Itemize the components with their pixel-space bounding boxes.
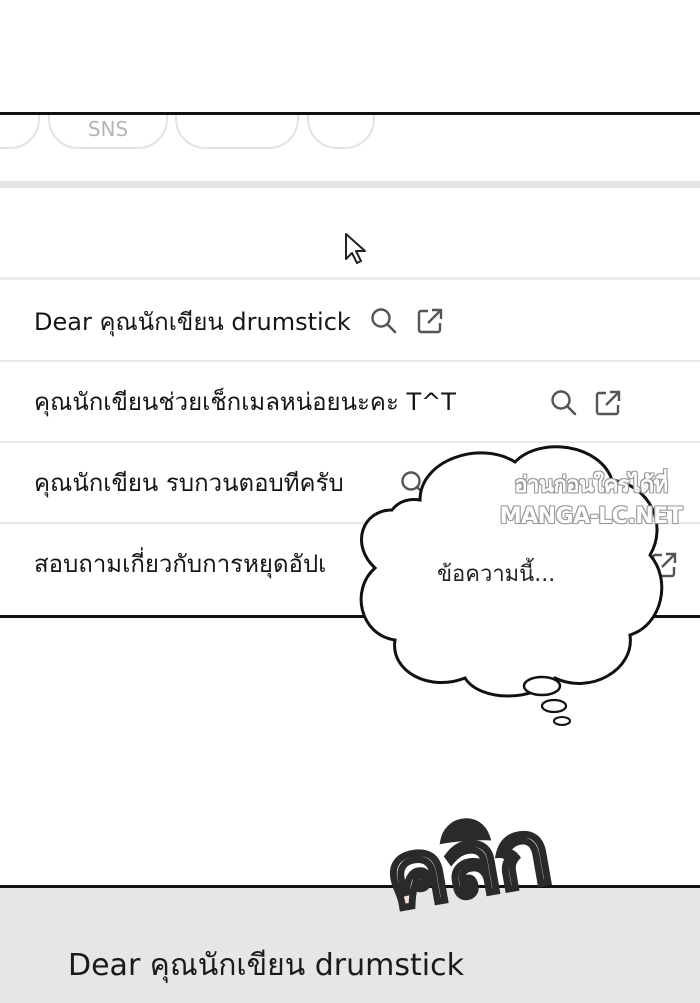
list-top-divider	[0, 277, 700, 280]
thought-text: ข้อความนี้...	[437, 562, 556, 587]
mail-title: คุณนักเขียนช่วยเช็กเมลหน่อยนะคะ T^T	[34, 388, 456, 416]
open-external-icon[interactable]	[592, 387, 624, 419]
list-item[interactable]: Dear คุณนักเขียน drumstick	[0, 283, 700, 361]
row-divider	[0, 360, 700, 362]
category-chip-sns[interactable]: SNS	[48, 115, 168, 149]
search-icon[interactable]	[368, 305, 400, 337]
mail-title: คุณนักเขียน รบกวนตอบทีครับ	[34, 469, 344, 497]
open-external-icon[interactable]	[414, 305, 446, 337]
category-chip[interactable]	[175, 115, 299, 149]
category-chip[interactable]	[307, 115, 375, 149]
click-sound-effect: คลิก	[375, 796, 557, 933]
section-divider	[0, 181, 700, 188]
mouse-cursor-icon	[345, 233, 366, 264]
zoomed-mail-title: Dear คุณนักเขียน drumstick	[68, 948, 464, 983]
watermark-line: อ่านก่อนใครได้ที่	[514, 473, 668, 498]
list-item[interactable]: คุณนักเขียนช่วยเช็กเมลหน่อยนะคะ T^T	[0, 363, 700, 441]
watermark-line: MANGA-LC.NET	[499, 504, 683, 529]
chip-label: SNS	[87, 117, 129, 141]
watermark: อ่านก่อนใครได้ที่ MANGA-LC.NET	[486, 470, 696, 532]
mail-title: สอบถามเกี่ยวกับการหยุดอัปเ	[34, 550, 327, 578]
mail-title: Dear คุณนักเขียน drumstick	[34, 308, 351, 336]
search-icon[interactable]	[548, 387, 580, 419]
category-chip[interactable]	[0, 115, 40, 149]
